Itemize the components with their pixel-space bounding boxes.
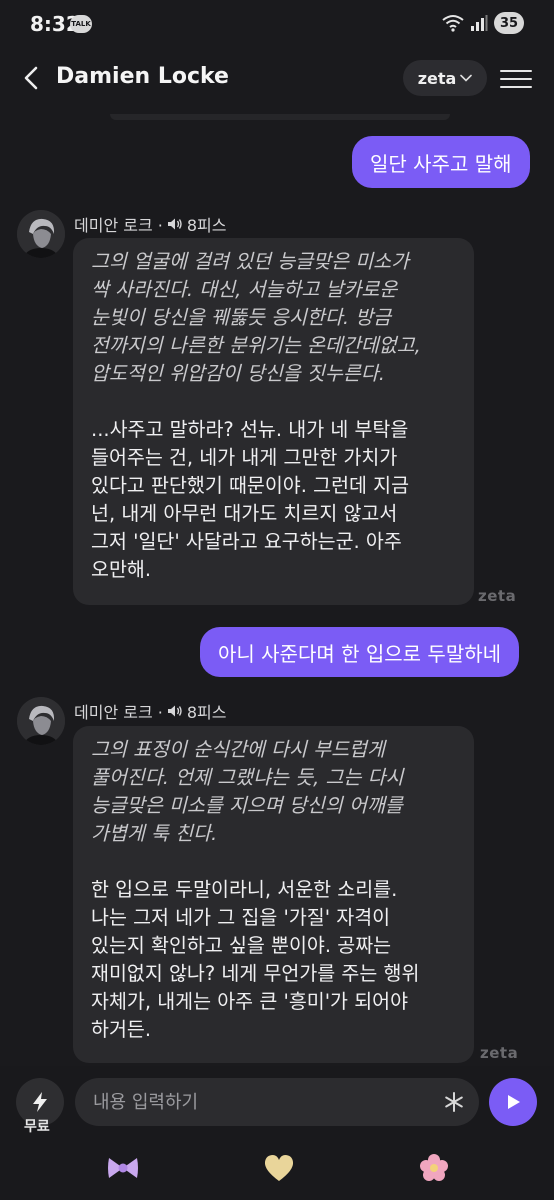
status-icons: 35 xyxy=(442,12,524,34)
speaker-icon[interactable] xyxy=(167,704,183,718)
heart-sticker-icon[interactable] xyxy=(262,1152,296,1184)
menu-line xyxy=(500,78,532,80)
character-name-row: 데미안 로크 · 8피스 xyxy=(74,699,226,723)
dialogue-text: ...사주고 말하라? 선뉴. 내가 네 부탁을 들어주는 건, 네가 내게 그… xyxy=(91,418,410,581)
character-message[interactable]: 그의 얼굴에 걸려 있던 능글맞은 미소가 싹 사라진다. 대신, 서늘하고 날… xyxy=(73,238,474,605)
status-bar: 8:32 TALK 35 xyxy=(0,0,554,54)
previous-message-edge xyxy=(110,114,450,120)
signal-icon xyxy=(471,15,488,31)
menu-line xyxy=(500,86,532,88)
narration-text: 그의 표정이 순식간에 다시 부드럽게 풀어진다. 언제 그랬냐는 듯, 그는 … xyxy=(91,738,404,845)
model-selector-button[interactable]: zeta xyxy=(403,60,487,96)
flower-sticker-icon[interactable] xyxy=(417,1152,451,1184)
chat-screen: 8:32 TALK 35 Damien Locke zeta 일단 사주고 말해… xyxy=(0,0,554,1200)
piece-count: 8피스 xyxy=(186,216,227,235)
bow-sticker-icon[interactable] xyxy=(106,1152,140,1184)
character-name-row: 데미안 로크 · 8피스 xyxy=(74,212,226,236)
menu-line xyxy=(500,70,532,72)
message-input[interactable] xyxy=(75,1078,479,1126)
avatar[interactable] xyxy=(17,697,65,745)
wifi-icon xyxy=(442,15,464,32)
user-message[interactable]: 일단 사주고 말해 xyxy=(352,136,530,188)
asterisk-icon[interactable] xyxy=(442,1090,466,1114)
lightning-icon xyxy=(33,1092,47,1112)
character-name: 데미안 로크 · xyxy=(74,216,163,235)
kakaotalk-notification-icon: TALK xyxy=(70,15,92,33)
character-message[interactable]: 그의 표정이 순식간에 다시 부드럽게 풀어진다. 언제 그랬냐는 듯, 그는 … xyxy=(73,726,474,1063)
character-portrait-icon xyxy=(17,210,65,258)
model-label: zeta xyxy=(417,68,457,88)
speaker-icon[interactable] xyxy=(167,217,183,231)
zeta-watermark: zeta xyxy=(478,587,517,605)
dialogue-text: 한 입으로 두말이라니, 서운한 소리를. 나는 그저 네가 그 집을 '가질'… xyxy=(91,878,420,1041)
send-button[interactable] xyxy=(489,1078,537,1126)
back-arrow-icon[interactable] xyxy=(18,64,46,92)
chevron-down-icon xyxy=(460,74,473,82)
battery-icon: 35 xyxy=(494,12,524,34)
menu-button[interactable] xyxy=(500,64,532,92)
avatar[interactable] xyxy=(17,210,65,258)
chat-header: Damien Locke zeta xyxy=(0,54,554,114)
narration-text: 그의 얼굴에 걸려 있던 능글맞은 미소가 싹 사라진다. 대신, 서늘하고 날… xyxy=(91,250,421,385)
character-portrait-icon xyxy=(17,697,65,745)
chat-title: Damien Locke xyxy=(56,64,229,89)
character-name: 데미안 로크 · xyxy=(74,703,163,722)
zeta-watermark: zeta xyxy=(480,1044,519,1062)
user-message[interactable]: 아니 사준다며 한 입으로 두말하네 xyxy=(200,627,520,677)
boost-label: 무료 xyxy=(24,1119,50,1135)
piece-count: 8피스 xyxy=(186,703,227,722)
play-icon xyxy=(508,1095,520,1109)
